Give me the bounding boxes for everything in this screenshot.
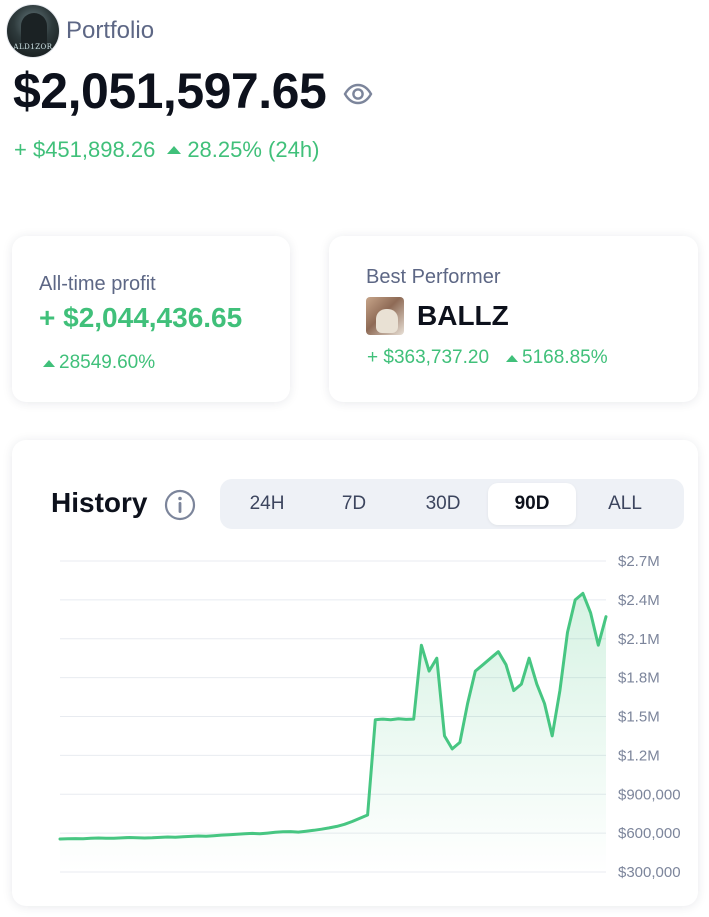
y-tick-label: $1.8M <box>618 670 660 687</box>
avatar-hood <box>21 13 47 47</box>
best-performer-stats: + $363,737.20 5168.85% <box>367 347 608 369</box>
best-performer-label: Best Performer <box>366 266 501 288</box>
y-tick-label: $2.1M <box>618 631 660 648</box>
header: ALD1ZOR Portfolio <box>6 4 154 58</box>
token-logo <box>366 297 404 335</box>
arrow-up-icon <box>167 146 182 154</box>
y-tick-label: $300,000 <box>618 864 681 881</box>
token-name: BALLZ <box>417 300 509 331</box>
change-row: + $451,898.26 28.25% (24h) <box>14 137 319 163</box>
history-chart[interactable]: $300,000 $600,000 $900,000 $1.2M $1.5M $1.8M $… <box>12 440 698 906</box>
balance-row: $2,051,597.65 <box>13 62 374 120</box>
change-pct: 28.25% (24h) <box>187 137 320 162</box>
all-time-profit-pct-row: 28549.60% <box>43 352 155 374</box>
portfolio-page: ALD1ZOR Portfolio $2,051,597.65 + $451,8… <box>0 0 709 917</box>
best-performer-amount: + $363,737.20 <box>367 347 490 368</box>
arrow-up-icon <box>43 359 55 367</box>
avatar[interactable]: ALD1ZOR <box>6 4 60 58</box>
all-time-profit-card: All-time profit + $2,044,436.65 28549.60… <box>12 236 290 402</box>
y-tick-label: $1.2M <box>618 747 660 764</box>
y-tick-label: $1.5M <box>618 709 660 726</box>
y-tick-label: $2.4M <box>618 592 660 609</box>
y-tick-label: $900,000 <box>618 786 681 803</box>
eye-icon[interactable] <box>342 78 374 110</box>
balance-value: $2,051,597.65 <box>13 63 327 119</box>
all-time-profit-pct: 28549.60% <box>59 352 156 373</box>
portfolio-label: Portfolio <box>66 17 155 44</box>
best-performer-card[interactable]: Best Performer BALLZ + $363,737.20 5168.… <box>329 236 698 402</box>
change-amount: + $451,898.26 <box>14 137 156 162</box>
all-time-profit-label: All-time profit <box>39 273 156 295</box>
y-tick-label: $600,000 <box>618 825 681 842</box>
history-card: History 24H 7D 30D 90D ALL $300,000 $600,… <box>12 440 698 906</box>
series-area <box>60 593 606 872</box>
avatar-text: ALD1ZOR <box>13 43 53 51</box>
best-performer-token[interactable]: BALLZ <box>366 297 509 335</box>
all-time-profit-value: + $2,044,436.65 <box>39 302 243 333</box>
arrow-up-icon <box>506 354 519 362</box>
y-tick-label: $2.7M <box>618 553 660 570</box>
best-performer-pct: 5168.85% <box>522 347 608 368</box>
token-logo-face <box>376 309 398 333</box>
